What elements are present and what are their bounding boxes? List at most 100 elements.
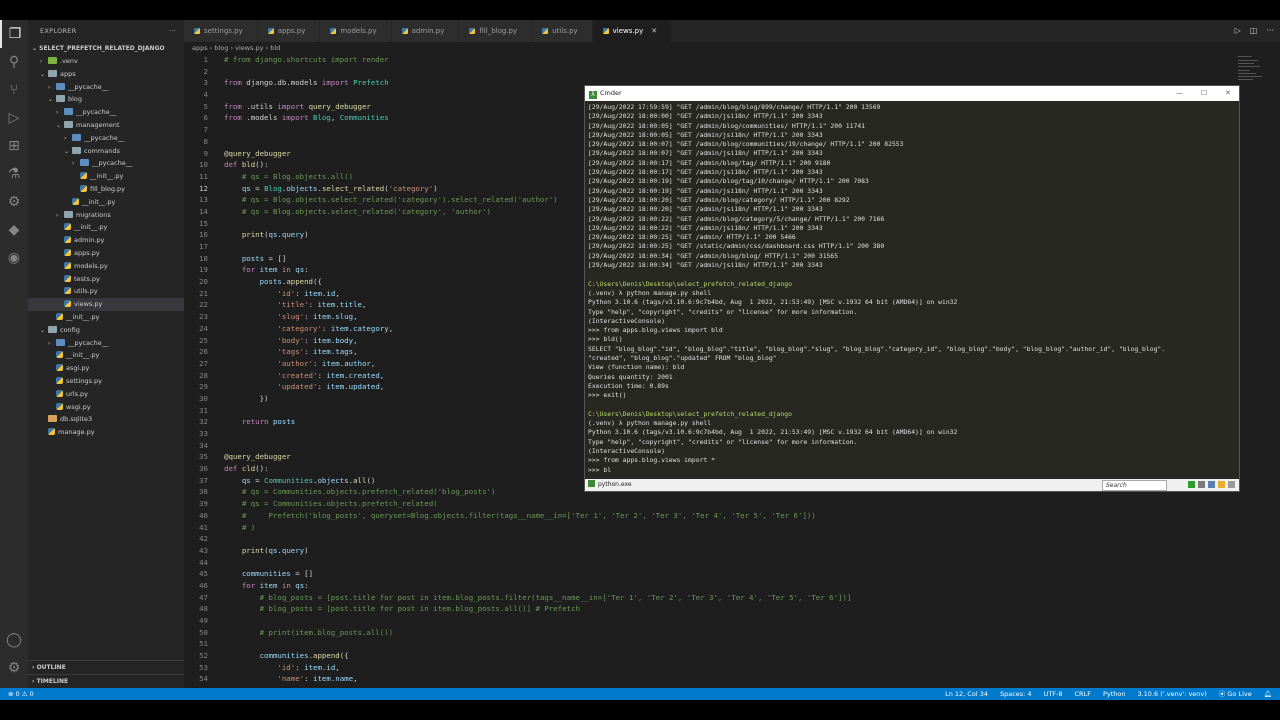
timeline-section[interactable]: › TIMELINE bbox=[28, 674, 184, 688]
explorer-icon[interactable]: ❐ bbox=[0, 20, 28, 48]
tree-item[interactable]: › __pycache__ bbox=[28, 132, 184, 145]
tree-item[interactable]: admin.py bbox=[28, 234, 184, 247]
split-icon[interactable] bbox=[1198, 481, 1205, 488]
tab-utils-py[interactable]: utils.py bbox=[532, 20, 593, 42]
code-line[interactable]: 51 bbox=[184, 638, 1280, 650]
indentation[interactable]: Spaces: 4 bbox=[1000, 688, 1032, 700]
go-live-button[interactable]: ⦿ Go Live bbox=[1219, 688, 1252, 700]
line-number: 22 bbox=[199, 300, 208, 310]
tree-item[interactable]: db.sqlite3 bbox=[28, 413, 184, 426]
tree-item[interactable]: __init__.py bbox=[28, 170, 184, 183]
code-line[interactable]: 49 bbox=[184, 615, 1280, 627]
project-root[interactable]: ⌄ SELECT_PREFETCH_RELATED_DJANGO bbox=[28, 42, 184, 55]
code-line[interactable]: 53 'id': item.id, bbox=[184, 662, 1280, 674]
settings-icon[interactable] bbox=[1228, 481, 1235, 488]
extensions-icon[interactable]: ⊞ bbox=[0, 132, 28, 160]
tree-item[interactable]: wsgi.py bbox=[28, 401, 184, 414]
remote-icon[interactable]: ⚙ bbox=[0, 188, 28, 216]
tree-item[interactable]: models.py bbox=[28, 260, 184, 273]
cmder-search-input[interactable]: Search bbox=[1102, 480, 1167, 491]
breadcrumb[interactable]: apps › blog › views.py › bld bbox=[184, 42, 1280, 54]
tree-item[interactable]: › __pycache__ bbox=[28, 106, 184, 119]
tree-item[interactable]: ⌄ blog bbox=[28, 93, 184, 106]
code-line[interactable]: 43 print(qs.query) bbox=[184, 545, 1280, 557]
tree-item[interactable]: ⌄ commands bbox=[28, 145, 184, 158]
language-mode[interactable]: Python bbox=[1103, 688, 1126, 700]
code-line[interactable]: 47 # blog_posts = [post.title for post i… bbox=[184, 592, 1280, 604]
problems-indicator[interactable]: ⊗ 0 ⚠ 0 bbox=[8, 688, 34, 700]
docker-icon[interactable]: ◆ bbox=[0, 216, 28, 244]
tree-item[interactable]: __init__.py bbox=[28, 196, 184, 209]
cmder-titlebar[interactable]: λ Cmder — ☐ ✕ bbox=[585, 86, 1239, 101]
tab-admin-py[interactable]: admin.py bbox=[391, 20, 460, 42]
tab-apps-py[interactable]: apps.py bbox=[257, 20, 321, 42]
code-line[interactable]: 2 bbox=[184, 66, 1280, 78]
split-editor-icon[interactable]: ◫ bbox=[1250, 20, 1258, 42]
manage-gear-icon[interactable]: ⚙ bbox=[0, 654, 28, 682]
maximize-icon[interactable]: ☐ bbox=[1201, 86, 1207, 101]
code-line[interactable]: 46 for item in qs: bbox=[184, 580, 1280, 592]
tree-item[interactable]: settings.py bbox=[28, 375, 184, 388]
source-control-icon[interactable]: ⑂ bbox=[0, 76, 28, 104]
tree-item[interactable]: __init__.py bbox=[28, 311, 184, 324]
notifications-icon[interactable]: 🔔︎ bbox=[1264, 688, 1272, 700]
code-line[interactable]: 40 # Prefetch('blog_posts', queryset=Blo… bbox=[184, 510, 1280, 522]
view-icon[interactable] bbox=[1208, 481, 1215, 488]
tab-views-py[interactable]: views.py ✕ bbox=[592, 20, 673, 42]
code-line[interactable]: 39 # qs = Communities.objects.prefetch_r… bbox=[184, 498, 1280, 510]
tree-item[interactable]: views.py bbox=[28, 298, 184, 311]
outline-section[interactable]: › OUTLINE bbox=[28, 660, 184, 674]
tree-item[interactable]: urls.py bbox=[28, 388, 184, 401]
cursor-position[interactable]: Ln 12, Col 34 bbox=[945, 688, 988, 700]
line-ending[interactable]: CRLF bbox=[1075, 688, 1091, 700]
tree-item[interactable]: › .venv bbox=[28, 55, 184, 68]
console-output[interactable]: [29/Aug/2022 17:59:59] "GET /admin/blog/… bbox=[585, 101, 1239, 481]
code-line[interactable]: 50 # print(item.blog_posts.all()) bbox=[184, 627, 1280, 639]
new-console-icon[interactable] bbox=[1188, 481, 1195, 488]
code-line[interactable]: 41 # ) bbox=[184, 522, 1280, 534]
tree-item[interactable]: ⌄ management bbox=[28, 119, 184, 132]
lock-icon[interactable] bbox=[1218, 481, 1225, 488]
minimap[interactable] bbox=[1236, 54, 1266, 114]
code-line[interactable]: 52 communities.append({ bbox=[184, 650, 1280, 662]
tree-item[interactable]: fill_blog.py bbox=[28, 183, 184, 196]
tree-item[interactable]: › __pycache__ bbox=[28, 81, 184, 94]
tree-item[interactable]: › __pycache__ bbox=[28, 157, 184, 170]
run-debug-icon[interactable]: ▷ bbox=[0, 104, 28, 132]
code-line[interactable]: 44 bbox=[184, 557, 1280, 569]
close-icon[interactable]: ✕ bbox=[1225, 86, 1231, 101]
code-line[interactable]: 48 # blog_posts = [post.title for post i… bbox=[184, 603, 1280, 615]
encoding[interactable]: UTF-8 bbox=[1044, 688, 1063, 700]
tree-item[interactable]: ⌄ config bbox=[28, 324, 184, 337]
tree-item[interactable]: asgi.py bbox=[28, 362, 184, 375]
tree-item[interactable]: __init__.py bbox=[28, 221, 184, 234]
tree-item[interactable]: __init__.py bbox=[28, 349, 184, 362]
tree-item[interactable]: tests.py bbox=[28, 273, 184, 286]
tab-settings-py[interactable]: settings.py bbox=[184, 20, 258, 42]
tree-item[interactable]: ⌄ apps bbox=[28, 68, 184, 81]
run-icon[interactable]: ▷ bbox=[1235, 20, 1241, 42]
search-icon[interactable]: ⚲ bbox=[0, 48, 28, 76]
cmder-window[interactable]: λ Cmder — ☐ ✕ [29/Aug/2022 17:59:59] "GET… bbox=[584, 85, 1240, 492]
code-line[interactable]: 54 'name': item.name, bbox=[184, 673, 1280, 685]
code-line[interactable]: 45 communities = [] bbox=[184, 568, 1280, 580]
close-tab-icon[interactable]: ✕ bbox=[651, 27, 657, 35]
python-interpreter[interactable]: 3.10.6 ('.venv': venv) bbox=[1137, 688, 1206, 700]
more-icon[interactable]: ··· bbox=[1266, 20, 1274, 42]
testing-icon[interactable]: ⚗ bbox=[0, 160, 28, 188]
code-line[interactable]: 42 bbox=[184, 533, 1280, 545]
minimize-icon[interactable]: — bbox=[1176, 86, 1183, 101]
account-icon[interactable]: ◯ bbox=[0, 626, 28, 654]
tree-item[interactable]: › __pycache__ bbox=[28, 337, 184, 350]
tree-item[interactable]: apps.py bbox=[28, 247, 184, 260]
tree-item[interactable]: manage.py bbox=[28, 426, 184, 439]
console-tab[interactable]: python.exe bbox=[588, 479, 632, 491]
tree-item[interactable]: utils.py bbox=[28, 285, 184, 298]
tab-fill-blog-py[interactable]: fill_blog.py bbox=[459, 20, 533, 42]
tab-models-py[interactable]: models.py bbox=[320, 20, 392, 42]
tree-item[interactable]: › migrations bbox=[28, 209, 184, 222]
live-share-icon[interactable]: ◉ bbox=[0, 244, 28, 272]
code-line[interactable]: 1 # from django.shortcuts import render bbox=[184, 54, 1280, 66]
more-actions-icon[interactable]: ··· bbox=[169, 20, 176, 42]
pycache-folder-icon bbox=[72, 133, 81, 141]
